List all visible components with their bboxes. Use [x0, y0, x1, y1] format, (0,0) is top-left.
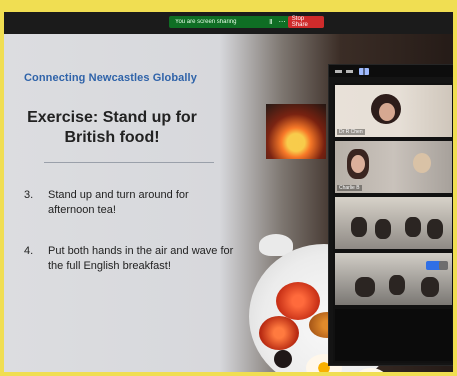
student-silhouette	[355, 277, 375, 297]
restore-icon[interactable]	[346, 69, 353, 73]
person-face	[351, 155, 365, 173]
student-silhouette	[421, 277, 439, 297]
item-text: Put both hands in the air and wave for t…	[48, 245, 234, 272]
item-number: 3.	[24, 189, 34, 201]
item-number: 4.	[24, 245, 34, 257]
slide-title: Exercise: Stand up for British food!	[27, 109, 197, 146]
student-silhouette	[375, 219, 391, 239]
student-silhouette	[351, 217, 367, 237]
person-face	[413, 153, 431, 173]
panel-controls	[329, 65, 453, 77]
person-face	[379, 103, 395, 121]
screen-share-bar: You are screen sharing Ⅱ ⋯ Stop Share	[169, 16, 324, 28]
brand-title: Connecting Newcastles Globally	[24, 72, 197, 84]
pause-icon[interactable]: Ⅱ	[265, 16, 276, 28]
gallery-view-icon[interactable]	[359, 67, 369, 75]
fireplace-photo	[266, 104, 326, 159]
tile-more-icon[interactable]	[439, 261, 448, 270]
stop-share-button[interactable]: Stop Share	[287, 16, 324, 28]
monitor-screen: You are screen sharing Ⅱ ⋯ Stop Share Co…	[4, 12, 453, 372]
participants-panel: Dr R Chen Charlie B	[328, 64, 453, 366]
participant-tile[interactable]: Dr R Chen	[333, 83, 453, 139]
participant-name: Charlie B	[337, 185, 362, 191]
participant-tile[interactable]	[333, 251, 453, 307]
student-silhouette	[427, 219, 443, 239]
participant-tile[interactable]	[333, 307, 453, 363]
participant-name: Dr R Chen	[337, 129, 365, 135]
divider	[44, 162, 214, 163]
share-status: You are screen sharing	[175, 19, 237, 25]
participant-tile[interactable]	[333, 195, 453, 251]
participant-tile[interactable]: Charlie B	[333, 139, 453, 195]
tomato-photo	[259, 316, 299, 350]
more-icon[interactable]: ⋯	[277, 16, 288, 28]
photo-frame: You are screen sharing Ⅱ ⋯ Stop Share Co…	[0, 0, 457, 376]
tomato-photo	[276, 282, 320, 320]
student-silhouette	[405, 217, 421, 237]
minimize-icon[interactable]	[335, 69, 342, 73]
pudding-photo	[274, 350, 292, 368]
student-silhouette	[389, 275, 405, 295]
item-text: Stand up and turn around for afternoon t…	[48, 189, 189, 216]
